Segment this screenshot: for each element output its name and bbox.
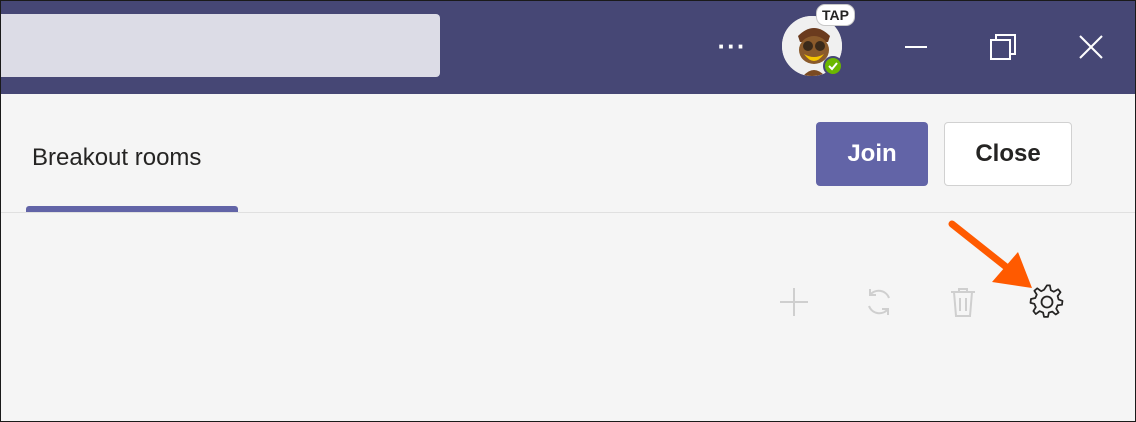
tab-breakout-rooms[interactable]: Breakout rooms [32, 144, 201, 172]
close-button[interactable]: Close [944, 122, 1072, 186]
minimize-icon [905, 46, 927, 48]
close-window-button[interactable] [1068, 24, 1114, 70]
recreate-icon [868, 289, 890, 315]
maximize-button[interactable] [980, 24, 1026, 70]
join-button[interactable]: Join [816, 122, 928, 186]
close-icon [1079, 35, 1103, 59]
profile-avatar-button[interactable]: TAP [776, 4, 866, 80]
annotation-arrow-icon [948, 220, 1032, 288]
breakout-rooms-header: Breakout rooms Join Close [0, 94, 1136, 213]
recreate-rooms-button[interactable] [859, 282, 899, 322]
available-status-icon [823, 56, 843, 76]
add-room-button[interactable] [774, 282, 814, 322]
active-tab-indicator [26, 206, 238, 212]
add-icon [780, 288, 808, 316]
title-bar: ··· TAP [0, 0, 1136, 94]
restore-icon [990, 34, 1016, 60]
minimize-button[interactable] [893, 24, 939, 70]
more-options-button[interactable]: ··· [712, 30, 752, 62]
search-input[interactable] [0, 14, 440, 77]
tap-badge: TAP [816, 4, 855, 26]
